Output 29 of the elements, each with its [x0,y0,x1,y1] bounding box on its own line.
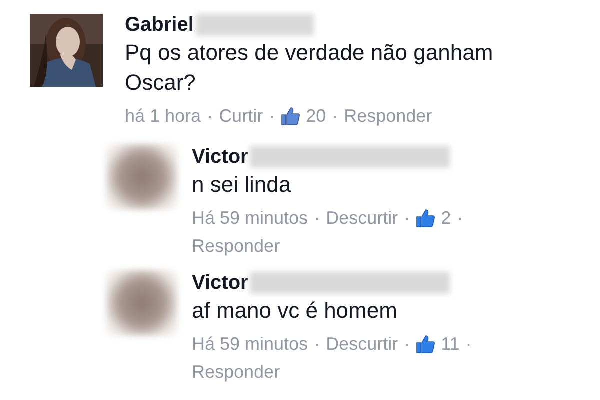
separator-dot: · [314,207,320,230]
separator-dot: · [207,105,214,128]
separator-dot: · [332,105,338,128]
timestamp: há 1 hora [125,105,202,128]
action-link[interactable]: Descurtir [326,204,398,232]
action-link[interactable]: Descurtir [326,330,398,358]
comment-text: Pq os atores de verdade não ganham Oscar? [125,39,494,97]
action-link[interactable]: Curtir [219,102,264,130]
avatar [106,270,178,336]
separator-dot: · [466,333,472,356]
action-link[interactable]: Responder [192,358,280,386]
timestamp: Há 59 minutos [192,207,308,230]
separator-dot: · [404,207,410,230]
separator-dot: · [314,333,320,356]
author-name[interactable]: Victor [192,272,248,294]
like-count: 2 [441,207,452,230]
action-link[interactable]: Responder [344,102,432,130]
author-name[interactable]: Victor [192,146,248,168]
like-count: 20 [306,105,326,128]
timestamp: Há 59 minutos [192,333,308,356]
like-count: 11 [441,333,460,356]
comment-text: n sei linda [192,171,292,199]
comment-text: af mano vc é homem [192,297,398,325]
separator-dot: · [457,207,464,230]
author-name[interactable]: Gabriel [125,14,194,36]
avatar [106,144,178,210]
separator-dot: · [404,333,410,356]
action-link[interactable]: Responder [192,232,280,260]
separator-dot: · [269,105,276,128]
